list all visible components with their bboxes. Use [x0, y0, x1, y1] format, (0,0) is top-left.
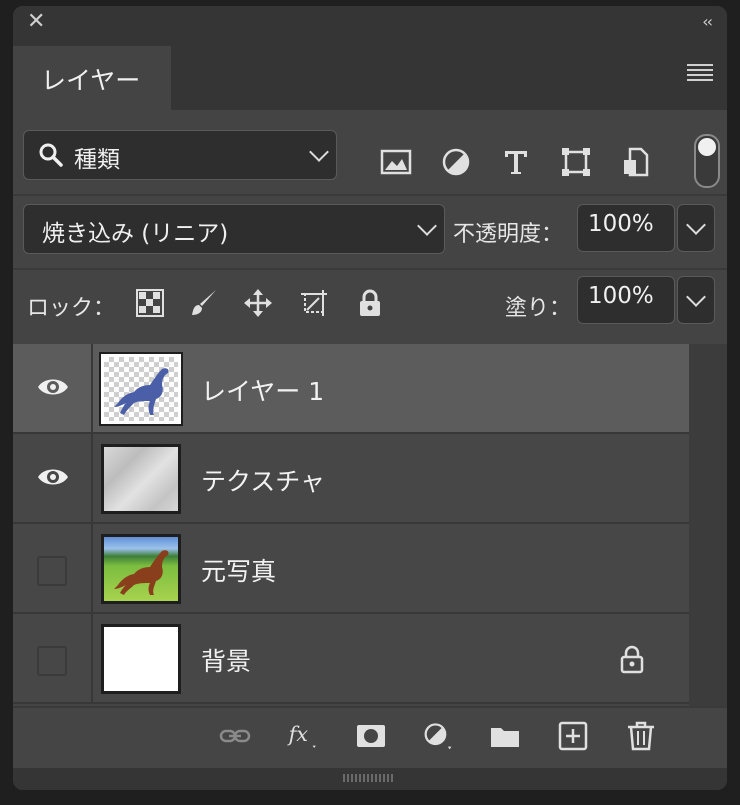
- tab-layers[interactable]: レイヤー: [13, 46, 171, 110]
- layer-row-texture[interactable]: テクスチャ: [13, 434, 689, 524]
- opacity-input[interactable]: 100%: [577, 204, 675, 252]
- fill-dropdown-button[interactable]: [677, 276, 715, 324]
- toggle-knob: [698, 138, 716, 156]
- link-layers-icon[interactable]: [219, 720, 251, 752]
- layer-row-background[interactable]: 背景: [13, 614, 689, 704]
- blend-mode-label: 焼き込み (リニア): [42, 221, 229, 247]
- layer-row-layer-1[interactable]: レイヤー 1: [13, 344, 689, 434]
- layer-name[interactable]: テクスチャ: [201, 462, 325, 498]
- layer-name[interactable]: レイヤー 1: [201, 372, 324, 408]
- panel-menu-icon[interactable]: [687, 64, 713, 82]
- search-icon: [39, 143, 63, 167]
- opacity-dropdown-button[interactable]: [677, 204, 715, 252]
- tab-row: レイヤー: [13, 40, 727, 110]
- layers-scrollbar[interactable]: [689, 344, 727, 706]
- new-adjustment-layer-icon[interactable]: [423, 720, 455, 752]
- chevron-down-icon: [686, 215, 706, 235]
- lock-all-icon[interactable]: [355, 288, 385, 318]
- tab-layers-label: レイヤー: [41, 66, 141, 95]
- hidden-visibility-box: [37, 556, 67, 586]
- fx-icon[interactable]: fx: [287, 720, 319, 752]
- horse-photo-icon: [114, 550, 169, 595]
- image-filter-icon[interactable]: [380, 146, 412, 178]
- layer-name[interactable]: 元写真: [201, 552, 276, 588]
- layer-thumbnail[interactable]: [101, 624, 181, 694]
- visibility-toggle[interactable]: [13, 524, 93, 612]
- lock-transparent-pixels-icon[interactable]: [135, 288, 165, 318]
- layer-row-original-photo[interactable]: 元写真: [13, 524, 689, 614]
- shape-filter-icon[interactable]: [560, 146, 592, 178]
- filter-kind-label: 種類: [74, 147, 120, 173]
- layer-thumbnail[interactable]: [101, 534, 181, 604]
- type-filter-icon[interactable]: [500, 146, 532, 178]
- chevron-down-icon: [309, 142, 329, 162]
- visibility-toggle[interactable]: [13, 344, 93, 432]
- new-layer-icon[interactable]: [557, 720, 589, 752]
- chevron-down-icon: [686, 287, 706, 307]
- chevron-down-icon: [417, 216, 437, 236]
- smart-object-filter-icon[interactable]: [620, 146, 652, 178]
- lock-label: ロック：: [27, 296, 116, 321]
- add-mask-icon[interactable]: [355, 720, 387, 752]
- filter-toggle[interactable]: [694, 134, 720, 188]
- horse-silhouette-icon: [114, 368, 169, 415]
- eye-icon: [38, 469, 68, 485]
- layer-name[interactable]: 背景: [201, 642, 251, 678]
- blend-mode-select[interactable]: 焼き込み (リニア): [23, 204, 445, 254]
- fill-label: 塗り：: [505, 296, 572, 321]
- lock-position-icon[interactable]: [243, 288, 273, 318]
- eye-icon: [38, 379, 68, 395]
- new-group-icon[interactable]: [489, 720, 521, 752]
- opacity-label: 不透明度：: [453, 222, 564, 247]
- filter-kind-select[interactable]: 種類: [23, 130, 337, 180]
- lock-image-pixels-icon[interactable]: [189, 288, 219, 318]
- collapse-icon[interactable]: ‹‹: [702, 12, 713, 31]
- panel-titlebar: ✕ ‹‹: [13, 6, 727, 40]
- lock-icon[interactable]: [619, 644, 645, 674]
- fill-value: 100%: [588, 283, 654, 309]
- resize-grip[interactable]: [13, 768, 727, 790]
- opacity-value: 100%: [588, 211, 654, 237]
- layer-thumbnail[interactable]: [99, 352, 183, 426]
- layer-thumbnail[interactable]: [101, 444, 181, 514]
- hidden-visibility-box: [37, 646, 67, 676]
- svg-text:fx: fx: [287, 722, 308, 746]
- delete-layer-icon[interactable]: [625, 720, 657, 752]
- layers-panel: ✕ ‹‹ レイヤー 種類 焼き込み (リニア) 不透明度： 100% ロック： …: [13, 6, 727, 790]
- layers-list: レイヤー 1 テクスチャ 元写真 背景: [13, 344, 689, 706]
- close-icon[interactable]: ✕: [27, 11, 47, 33]
- visibility-toggle[interactable]: [13, 434, 93, 522]
- adjustment-filter-icon[interactable]: [440, 146, 472, 178]
- fill-input[interactable]: 100%: [577, 276, 675, 324]
- visibility-toggle[interactable]: [13, 614, 93, 702]
- lock-artboard-icon[interactable]: [299, 288, 329, 318]
